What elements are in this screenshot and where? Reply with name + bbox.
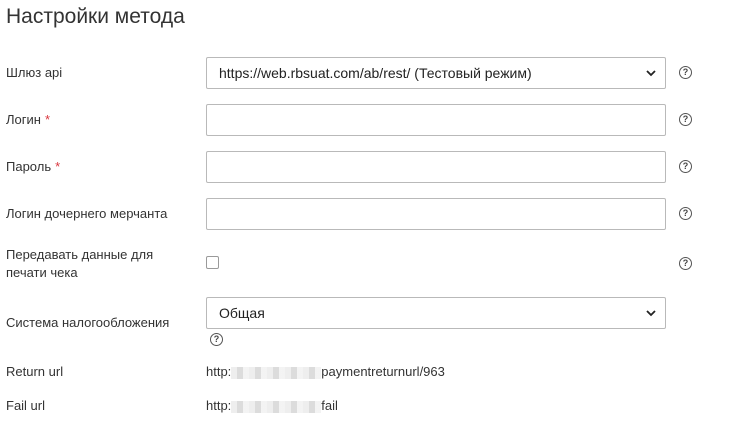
fail-url-label: Fail url	[6, 398, 46, 413]
gateway-select-value: https://web.rbsuat.com/ab/rest/ (Тестовы…	[219, 65, 532, 81]
return-url-value: http: paymentreturnurl/963	[206, 363, 445, 381]
login-label-text: Логин	[6, 112, 41, 127]
redacted-domain	[231, 366, 322, 379]
child-login-input[interactable]	[206, 198, 666, 230]
receipt-checkbox[interactable]	[206, 256, 219, 269]
help-password-icon[interactable]: ?	[679, 160, 692, 173]
tax-select-value: Общая	[219, 305, 265, 321]
fail-url-value: http: fail	[206, 397, 338, 415]
gateway-select[interactable]: https://web.rbsuat.com/ab/rest/ (Тестовы…	[206, 57, 666, 89]
return-url-label: Return url	[6, 364, 64, 379]
receipt-label-line1: Передавать данные для	[6, 247, 154, 262]
password-required-mark: *	[55, 159, 61, 174]
help-login-icon[interactable]: ?	[679, 113, 692, 126]
fail-url-suffix: fail	[321, 398, 338, 413]
help-tax-icon[interactable]: ?	[210, 333, 223, 346]
password-label: Пароль *	[6, 158, 60, 176]
chevron-down-icon	[646, 70, 656, 77]
redacted-domain	[231, 400, 322, 413]
chevron-down-icon	[646, 310, 656, 317]
login-label: Логин *	[6, 111, 50, 129]
login-input[interactable]	[206, 104, 666, 136]
return-url-suffix: paymentreturnurl/963	[321, 364, 445, 379]
tax-select[interactable]: Общая	[206, 297, 666, 329]
help-gateway-icon[interactable]: ?	[679, 66, 692, 79]
return-url-prefix: http:	[206, 364, 232, 379]
fail-url-prefix: http:	[206, 398, 232, 413]
help-child-login-icon[interactable]: ?	[679, 207, 692, 220]
tax-label: Система налогообложения	[6, 315, 170, 330]
login-required-mark: *	[44, 112, 51, 127]
password-input[interactable]	[206, 151, 666, 183]
page-title: Настройки метода	[6, 5, 185, 28]
help-receipt-icon[interactable]: ?	[679, 257, 692, 270]
child-login-label: Логин дочернего мерчанта	[6, 206, 168, 221]
receipt-label-line2: печати чека	[6, 265, 78, 280]
receipt-label: Передавать данные для печати чека	[6, 246, 153, 282]
gateway-label: Шлюз api	[6, 65, 63, 80]
password-label-text: Пароль	[6, 159, 52, 174]
